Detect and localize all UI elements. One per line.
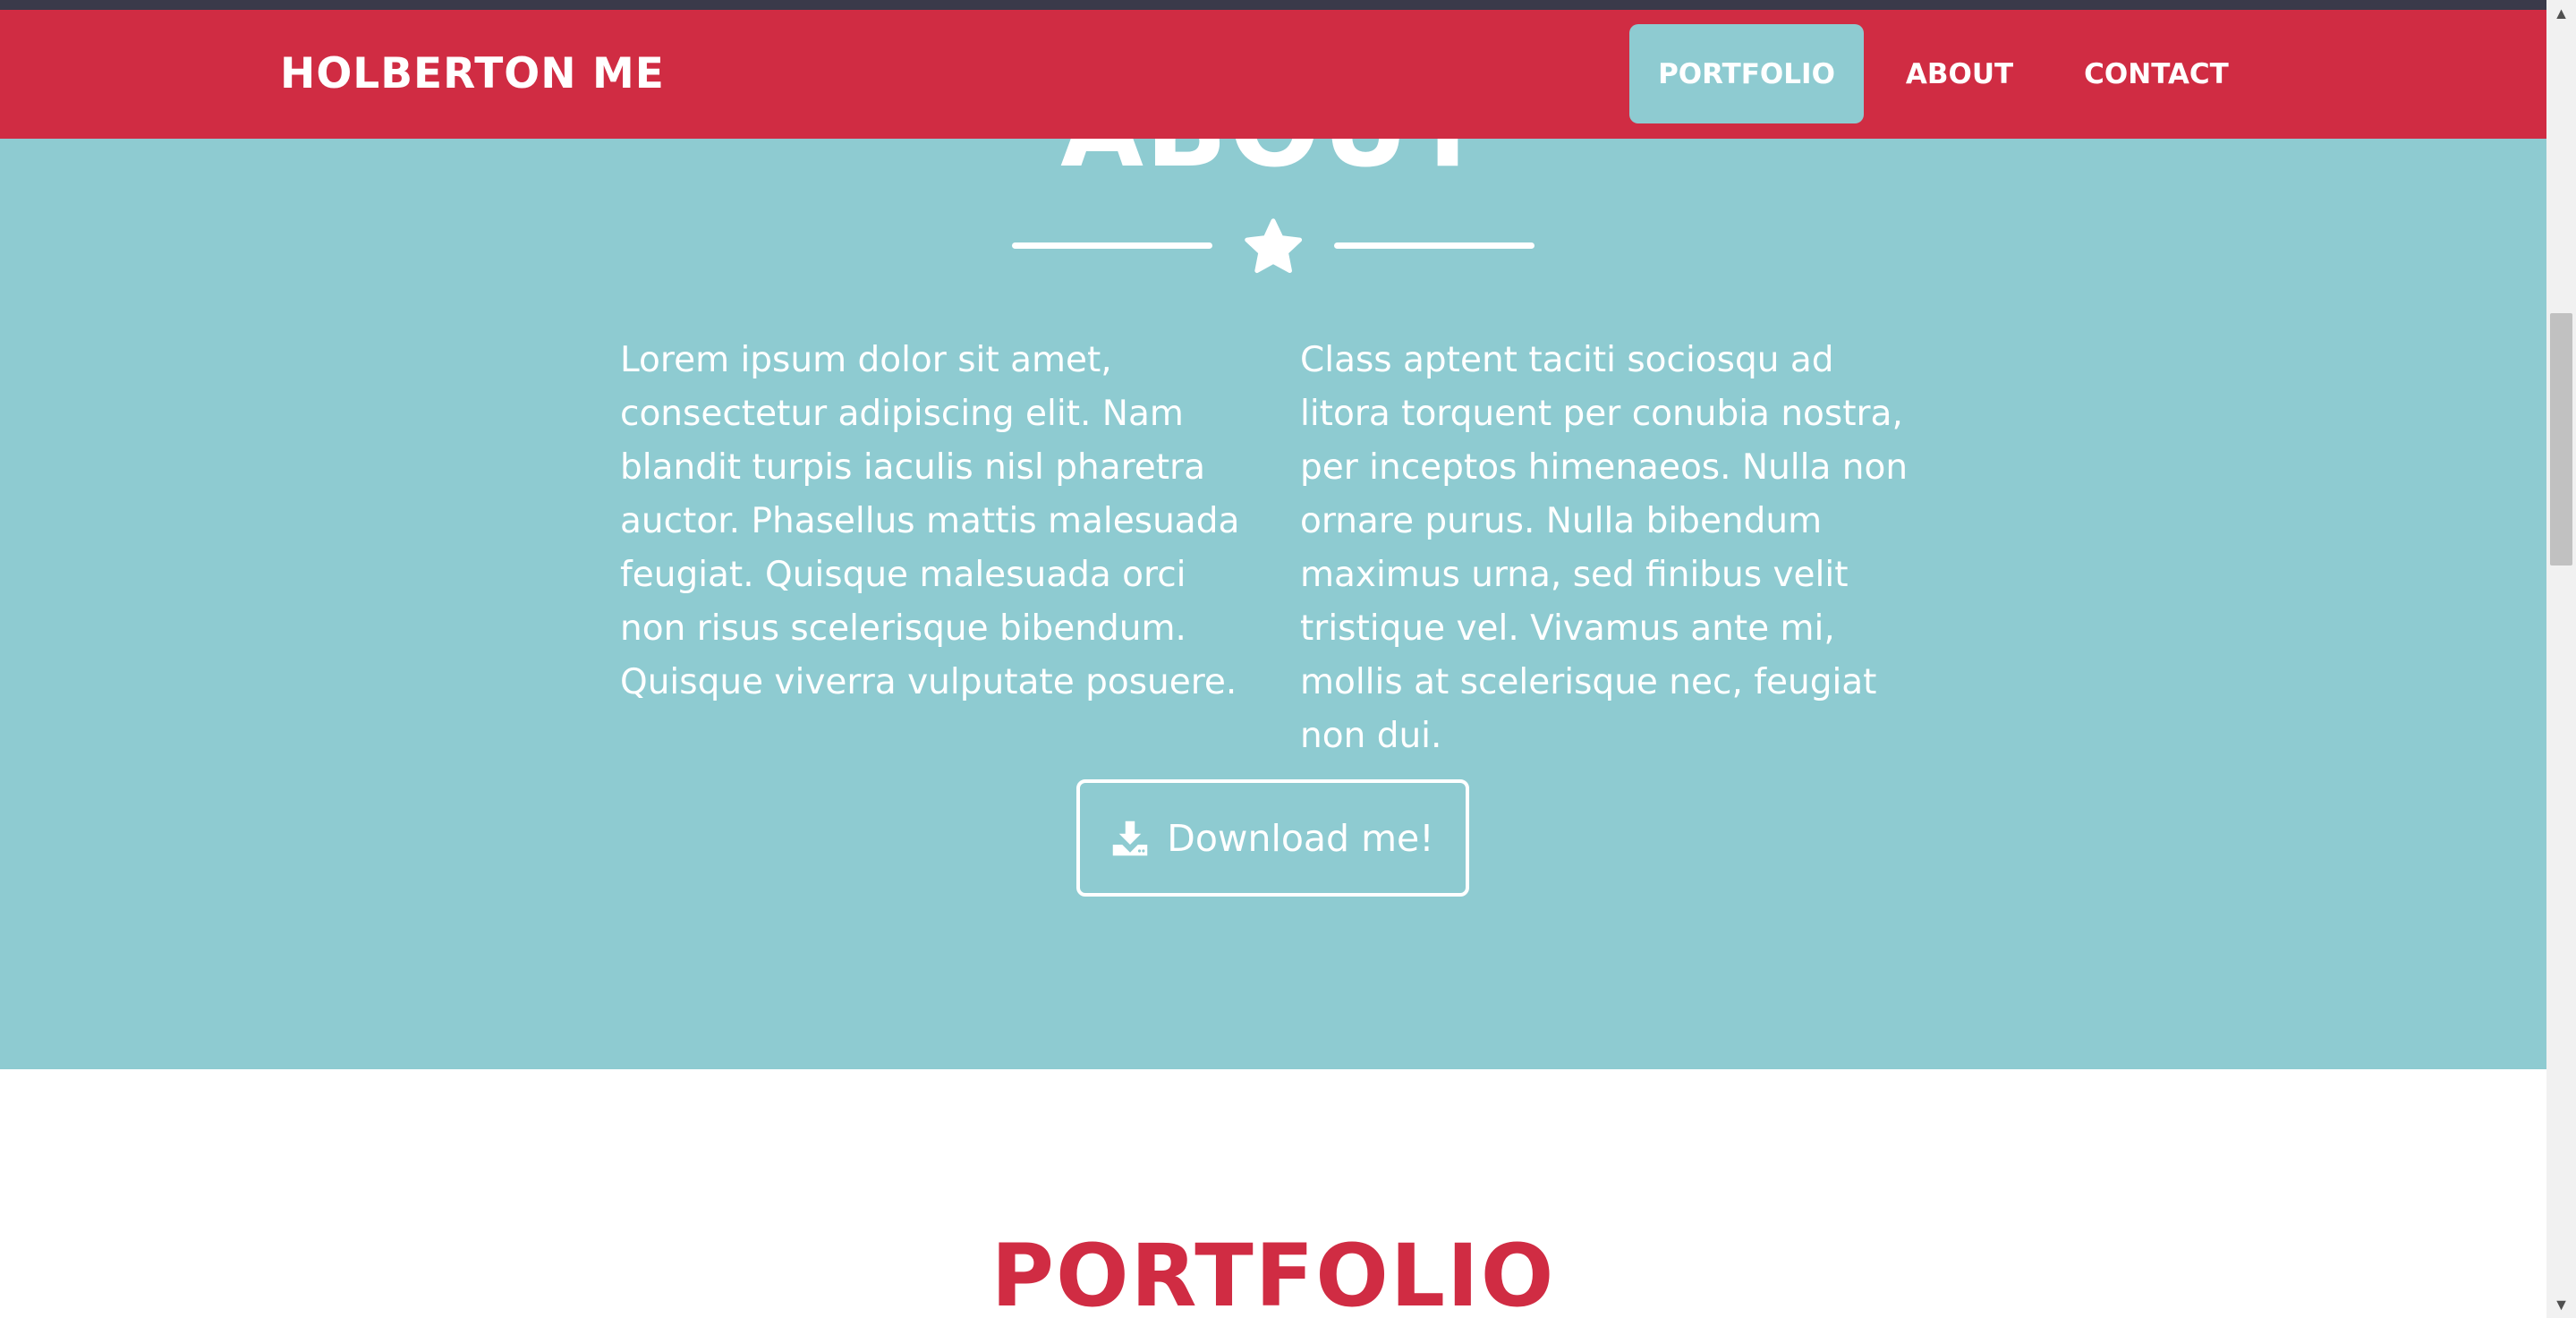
nav-item-about[interactable]: ABOUT <box>1892 24 2027 123</box>
scrollbar[interactable]: ▲ ▼ <box>2546 0 2576 1318</box>
about-text-left: Lorem ipsum dolor sit amet, consectetur … <box>620 340 1240 702</box>
about-text-right: Class aptent taciti sociosqu ad litora t… <box>1300 340 1909 756</box>
scroll-up-arrow-icon[interactable]: ▲ <box>2546 0 2576 27</box>
download-icon <box>1113 821 1148 855</box>
nav-item-portfolio[interactable]: PORTFOLIO <box>1629 24 1864 123</box>
nav-item-contact[interactable]: CONTACT <box>2067 24 2246 123</box>
navbar: HOLBERTON ME PORTFOLIO ABOUT CONTACT <box>0 10 2546 139</box>
page: HOLBERTON ME PORTFOLIO ABOUT CONTACT ABO… <box>0 0 2576 1318</box>
scroll-down-arrow-icon[interactable]: ▼ <box>2546 1291 2576 1318</box>
divider-line-left <box>1012 242 1212 249</box>
about-section: ABOUT Lorem ipsum dolor sit amet, consec… <box>0 139 2546 1069</box>
star-icon <box>1245 218 1303 274</box>
portfolio-title: PORTFOLIO <box>990 1226 1556 1318</box>
brand-logo[interactable]: HOLBERTON ME <box>280 49 665 98</box>
about-title: ABOUT <box>0 139 2546 191</box>
download-label: Download me! <box>1167 816 1434 860</box>
scroll-thumb[interactable] <box>2550 313 2572 565</box>
download-button[interactable]: Download me! <box>1076 779 1469 897</box>
divider-line-right <box>1334 242 1535 249</box>
browser-top-strip <box>0 0 2576 10</box>
